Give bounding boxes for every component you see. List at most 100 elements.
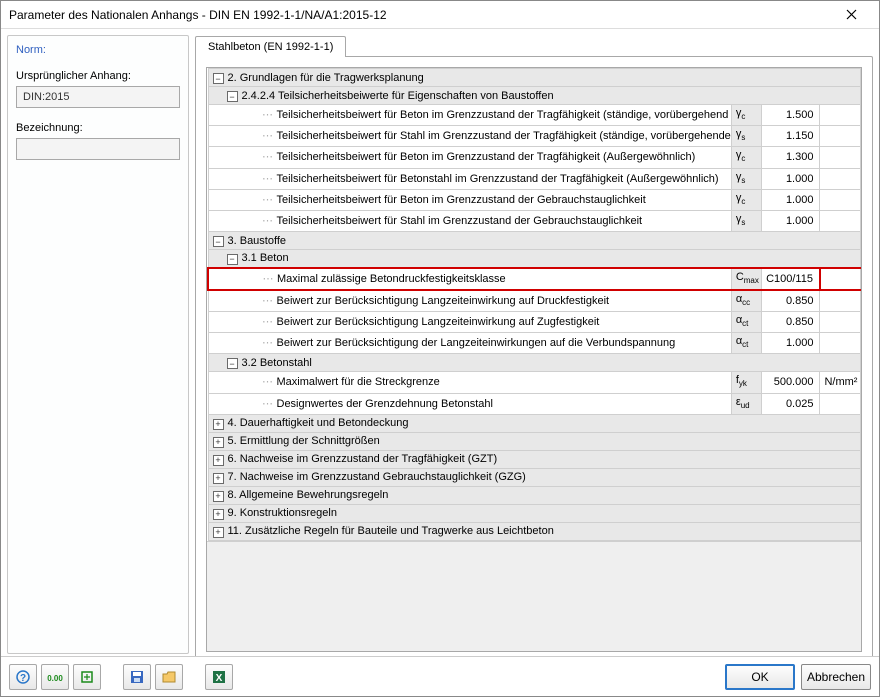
svg-text:X: X bbox=[216, 673, 223, 684]
tree-group-row[interactable]: +5. Ermittlung der Schnittgrößen bbox=[208, 432, 861, 450]
expand-icon[interactable]: + bbox=[213, 491, 224, 502]
expand-icon[interactable]: + bbox=[213, 419, 224, 430]
close-icon bbox=[846, 9, 857, 20]
tree-branch-icon: ⋯ bbox=[259, 314, 277, 330]
param-tree[interactable]: −2. Grundlagen für die Tragwerksplanung−… bbox=[206, 67, 862, 652]
param-value[interactable]: 0.850 bbox=[762, 312, 820, 333]
tree-branch-icon: ⋯ bbox=[259, 396, 277, 412]
tree-branch-icon: ⋯ bbox=[259, 192, 277, 208]
param-symbol: γc bbox=[731, 189, 762, 210]
help-button[interactable]: ? bbox=[9, 664, 37, 690]
param-label: Maximalwert für die Streckgrenze bbox=[277, 376, 440, 388]
collapse-icon[interactable]: − bbox=[227, 358, 238, 369]
param-unit bbox=[820, 168, 861, 189]
param-value[interactable]: 1.500 bbox=[762, 105, 820, 126]
ok-button[interactable]: OK bbox=[725, 664, 795, 690]
cancel-button[interactable]: Abbrechen bbox=[801, 664, 871, 690]
group-label: 3.1 Beton bbox=[242, 252, 289, 264]
param-value[interactable]: 0.850 bbox=[762, 290, 820, 312]
svg-text:0.00: 0.00 bbox=[47, 674, 63, 683]
tree-group-row[interactable]: −3.1 Beton bbox=[208, 250, 861, 268]
collapse-icon[interactable]: − bbox=[213, 73, 224, 84]
tab-stahlbeton[interactable]: Stahlbeton (EN 1992-1-1) bbox=[195, 36, 346, 57]
svg-text:?: ? bbox=[20, 673, 26, 684]
tree-param-row[interactable]: ⋯Maximal zulässige Betondruckfestigkeits… bbox=[208, 268, 861, 290]
save-button[interactable] bbox=[123, 664, 151, 690]
tree-group-row[interactable]: +7. Nachweise im Grenzzustand Gebrauchst… bbox=[208, 468, 861, 486]
tree-param-row[interactable]: ⋯Beiwert zur Berücksichtigung der Langze… bbox=[208, 333, 861, 354]
tree-group-row[interactable]: −2. Grundlagen für die Tragwerksplanung bbox=[208, 69, 861, 87]
expand-icon[interactable]: + bbox=[213, 527, 224, 538]
param-label: Beiwert zur Berücksichtigung Langzeitein… bbox=[277, 316, 600, 328]
expand-icon[interactable]: + bbox=[213, 437, 224, 448]
tree-param-row[interactable]: ⋯Designwertes der Grenzdehnung Betonstah… bbox=[208, 393, 861, 414]
expand-icon[interactable]: + bbox=[213, 473, 224, 484]
param-value[interactable]: 1.300 bbox=[762, 147, 820, 168]
param-value[interactable]: 500.000 bbox=[762, 372, 820, 393]
param-value[interactable]: 0.025 bbox=[762, 393, 820, 414]
tree-group-row[interactable]: −2.4.2.4 Teilsicherheitsbeiwerte für Eig… bbox=[208, 87, 861, 105]
tree-branch-icon: ⋯ bbox=[259, 335, 277, 351]
right-panel: Stahlbeton (EN 1992-1-1) −2. Grundlagen … bbox=[195, 35, 873, 654]
main-area: Norm: Ursprünglicher Anhang: Bezeichnung… bbox=[1, 29, 879, 656]
tree-param-row[interactable]: ⋯Teilsicherheitsbeiwert für Betonstahl i… bbox=[208, 168, 861, 189]
collapse-icon[interactable]: − bbox=[227, 254, 238, 265]
param-value[interactable]: C100/115 bbox=[762, 268, 820, 290]
param-value[interactable]: 1.000 bbox=[762, 210, 820, 231]
tree-param-row[interactable]: ⋯Beiwert zur Berücksichtigung Langzeitei… bbox=[208, 290, 861, 312]
open-button[interactable] bbox=[155, 664, 183, 690]
tree-group-row[interactable]: +6. Nachweise im Grenzzustand der Tragfä… bbox=[208, 450, 861, 468]
tree-param-row[interactable]: ⋯Teilsicherheitsbeiwert für Stahl im Gre… bbox=[208, 210, 861, 231]
param-value[interactable]: 1.000 bbox=[762, 189, 820, 210]
bezeichnung-label: Bezeichnung: bbox=[16, 122, 180, 134]
reset-icon bbox=[79, 669, 95, 685]
side-panel: Norm: Ursprünglicher Anhang: Bezeichnung… bbox=[7, 35, 189, 654]
tree-group-row[interactable]: +4. Dauerhaftigkeit und Betondeckung bbox=[208, 414, 861, 432]
tab-content: −2. Grundlagen für die Tragwerksplanung−… bbox=[195, 56, 873, 656]
units-button[interactable]: 0.00 bbox=[41, 664, 69, 690]
group-label: 3.2 Betonstahl bbox=[242, 357, 312, 369]
collapse-icon[interactable]: − bbox=[227, 91, 238, 102]
close-button[interactable] bbox=[831, 3, 871, 27]
param-label: Teilsicherheitsbeiwert für Stahl im Gren… bbox=[277, 130, 731, 142]
collapse-icon[interactable]: − bbox=[213, 236, 224, 247]
param-label: Teilsicherheitsbeiwert für Stahl im Gren… bbox=[277, 215, 643, 227]
param-label: Maximal zulässige Betondruckfestigkeitsk… bbox=[277, 273, 506, 285]
tree-group-row[interactable]: +8. Allgemeine Bewehrungsregeln bbox=[208, 486, 861, 504]
param-value[interactable]: 1.000 bbox=[762, 168, 820, 189]
tree-group-row[interactable]: −3. Baustoffe bbox=[208, 232, 861, 250]
tree-param-row[interactable]: ⋯Teilsicherheitsbeiwert für Beton im Gre… bbox=[208, 189, 861, 210]
param-unit bbox=[820, 290, 861, 312]
param-unit bbox=[820, 105, 861, 126]
tree-group-row[interactable]: −3.2 Betonstahl bbox=[208, 354, 861, 372]
group-label: 4. Dauerhaftigkeit und Betondeckung bbox=[228, 417, 409, 429]
expand-icon[interactable]: + bbox=[213, 509, 224, 520]
param-label: Teilsicherheitsbeiwert für Betonstahl im… bbox=[277, 173, 719, 185]
reset-button[interactable] bbox=[73, 664, 101, 690]
decimal-icon: 0.00 bbox=[47, 669, 63, 685]
param-value[interactable]: 1.000 bbox=[762, 333, 820, 354]
excel-button[interactable]: X bbox=[205, 664, 233, 690]
tree-branch-icon: ⋯ bbox=[259, 128, 277, 144]
tree-param-row[interactable]: ⋯Teilsicherheitsbeiwert für Stahl im Gre… bbox=[208, 126, 861, 147]
group-label: 5. Ermittlung der Schnittgrößen bbox=[228, 435, 380, 447]
tree-group-row[interactable]: +9. Konstruktionsregeln bbox=[208, 504, 861, 522]
tree-group-row[interactable]: +11. Zusätzliche Regeln für Bauteile und… bbox=[208, 522, 861, 540]
param-value[interactable]: 1.150 bbox=[762, 126, 820, 147]
param-symbol: γs bbox=[731, 126, 762, 147]
param-unit bbox=[820, 333, 861, 354]
param-unit: N/mm² bbox=[820, 372, 861, 393]
param-unit bbox=[820, 147, 861, 168]
param-symbol: γc bbox=[731, 105, 762, 126]
tree-param-row[interactable]: ⋯Teilsicherheitsbeiwert für Beton im Gre… bbox=[208, 105, 861, 126]
bezeichnung-input[interactable] bbox=[16, 138, 180, 160]
tree-param-row[interactable]: ⋯Beiwert zur Berücksichtigung Langzeitei… bbox=[208, 312, 861, 333]
tree-branch-icon: ⋯ bbox=[259, 374, 277, 390]
folder-open-icon bbox=[161, 669, 177, 685]
floppy-icon bbox=[129, 669, 145, 685]
tree-param-row[interactable]: ⋯Teilsicherheitsbeiwert für Beton im Gre… bbox=[208, 147, 861, 168]
tree-param-row[interactable]: ⋯Maximalwert für die Streckgrenzefyk500.… bbox=[208, 372, 861, 393]
anhang-input[interactable] bbox=[16, 86, 180, 108]
expand-icon[interactable]: + bbox=[213, 455, 224, 466]
tree-branch-icon: ⋯ bbox=[259, 213, 277, 229]
